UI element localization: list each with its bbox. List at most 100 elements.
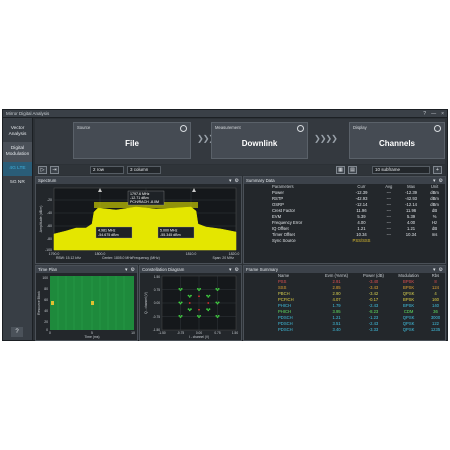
sidebar-item-vector-analysis[interactable]: Vector Analysis [3, 122, 32, 142]
ytick: -40 [47, 211, 52, 215]
sidebar-item-digital-modulation[interactable]: Digital Modulation [3, 142, 32, 162]
source-value: File [125, 139, 139, 148]
ytick: -20 [47, 198, 52, 202]
flow-arrows-icon: ❯❯❯❯ [314, 134, 338, 143]
xtick: 0 [49, 331, 51, 335]
sidebar-item-5g-nr[interactable]: 5G NR [3, 176, 32, 190]
constellation-ylabel: Q - channel (V) [144, 292, 148, 314]
step-button[interactable]: ⇥ [50, 166, 59, 174]
delta-left-freq: 4.981 MHz [98, 229, 116, 233]
constellation-point [207, 302, 210, 304]
toolbar: ▷ ⇥ 2 row 3 column ▦ ▤ 10 subframe + [35, 165, 445, 175]
display-label: Display [353, 125, 367, 130]
constellation-point [208, 294, 211, 297]
constellation-point [198, 295, 200, 298]
layout-alt-button[interactable]: ▤ [348, 166, 357, 174]
ytick: -0.75 [153, 315, 160, 319]
delta-right-freq: 5.000 MHz [160, 229, 178, 233]
help-button[interactable]: ? [423, 111, 426, 117]
dropdown-icon[interactable]: ▾ [229, 267, 232, 273]
spectrum-ylabel: Amplitude (dBm) [39, 206, 43, 233]
table-cell: PDSCH [278, 327, 293, 332]
measurement-value: Downlink [241, 139, 278, 148]
ytick: 80 [44, 287, 48, 291]
spectrum-span: Span: 20 MHz [213, 256, 235, 260]
spectrum-panel: Spectrum ▾ ⚙ 1797.6 MHz -12.71 dBm PCH/R… [35, 176, 242, 264]
source-block[interactable]: Source File [73, 122, 191, 159]
constellation-point [208, 308, 211, 311]
spectrum-title: Spectrum [38, 178, 57, 183]
play-button[interactable]: ▷ [38, 166, 47, 174]
dropdown-icon[interactable]: ▾ [433, 267, 436, 273]
add-button[interactable]: + [433, 166, 442, 174]
gear-icon[interactable]: ⚙ [439, 267, 443, 273]
measurement-label: Measurement [215, 125, 241, 130]
delta-left-amp: -54.675 dBm [98, 233, 119, 237]
table-cell [424, 238, 445, 244]
table-cell [380, 238, 398, 244]
constellation-point [198, 308, 200, 311]
display-gear-icon[interactable] [434, 125, 441, 132]
ytick: 20 [44, 320, 48, 324]
gear-icon[interactable]: ⚙ [235, 178, 239, 184]
dropdown-icon[interactable]: ▾ [433, 178, 436, 184]
dropdown-icon[interactable]: ▾ [229, 178, 232, 184]
table-row: Sync Source PSS/SSS [244, 238, 445, 244]
table-cell: Sync Source [272, 238, 296, 243]
xtick: 0.75 [214, 331, 220, 335]
constellation-header: Constellation Diagram ▾ ⚙ [140, 266, 241, 273]
gear-icon[interactable]: ⚙ [131, 267, 135, 273]
constellation-plot[interactable]: 1.50 0.75 0.00 -0.75 -1.50 -1.50 -0.75 0… [140, 273, 241, 340]
frame-summary-table: Name Evm (%rms) Power (dB) Modulation Rb… [244, 273, 445, 333]
close-button[interactable]: × [441, 111, 444, 117]
sidebar-help-button[interactable]: ? [11, 327, 23, 337]
constellation-point [217, 301, 220, 304]
display-block[interactable]: Display Channels [349, 122, 445, 159]
table-cell: QPSK [402, 327, 415, 332]
ytick: -60 [47, 224, 52, 228]
constellation-point [217, 288, 220, 290]
sidebar: Vector Analysis Digital Modulation 4G LT… [3, 118, 33, 340]
minimize-button[interactable]: — [431, 111, 436, 117]
xtick: -0.75 [177, 331, 184, 335]
spectrum-xlabel: Frequency (MHz) [132, 256, 160, 260]
constellation-point [190, 294, 192, 297]
measurement-flow: Source File ❯❯❯❯ Measurement Downlink ❯❯… [35, 119, 445, 164]
ytick: 1.50 [154, 275, 160, 279]
source-gear-icon[interactable] [180, 125, 187, 132]
xtick: 10 [131, 331, 135, 335]
layout-button[interactable]: ▦ [336, 166, 345, 174]
window-title: Mirror Digital Analysis [6, 111, 50, 116]
spectrum-header: Spectrum ▾ ⚙ [36, 177, 241, 184]
sidebar-item-4g-lte[interactable]: 4G LTE [3, 162, 32, 176]
timeplan-plot[interactable]: 100 80 60 40 20 0 0 5 10 Resource Block … [36, 273, 137, 340]
rows-select[interactable]: 2 row [90, 166, 124, 174]
ytick: -80 [47, 237, 52, 241]
title-bar: Mirror Digital Analysis ? — × [3, 110, 447, 118]
columns-select[interactable]: 3 column [127, 166, 161, 174]
constellation-xlabel: I - channel (V) [189, 335, 209, 339]
spectrum-rbw: RBW: 15.12 kHz [56, 256, 81, 260]
ytick: 0 [46, 328, 48, 332]
display-value: Channels [378, 139, 415, 148]
table-cell: -3.33 [368, 327, 379, 332]
constellation-title: Constellation Diagram [142, 267, 185, 272]
gear-icon[interactable]: ⚙ [439, 178, 443, 184]
ytick: 100 [42, 276, 48, 280]
delta-right-amp: -55.345 dBm [160, 233, 181, 237]
constellation-point [217, 315, 220, 317]
constellation-point [180, 315, 183, 317]
gear-icon[interactable]: ⚙ [235, 267, 239, 273]
spectrum-plot[interactable]: 1797.6 MHz -12.71 dBm PCH/RACH -8.0M 4.9… [36, 184, 241, 263]
measurement-block[interactable]: Measurement Downlink [211, 122, 308, 159]
subframe-select[interactable]: 10 subframe [372, 166, 430, 174]
ytick: 0.75 [154, 288, 160, 292]
table-row[interactable]: PDSCH 3.40 -3.33 QPSK 1235 [244, 327, 445, 333]
frame-summary-title: Frame Summary [246, 267, 278, 272]
ytick: 40 [44, 309, 48, 313]
dropdown-icon[interactable]: ▾ [125, 267, 128, 273]
table-cell: PSS/SSS [352, 238, 371, 243]
summary-table: Parameters Curr Avg Max Unit Power -12.39… [244, 184, 445, 244]
measurement-gear-icon[interactable] [297, 125, 304, 132]
constellation-point [180, 288, 183, 290]
